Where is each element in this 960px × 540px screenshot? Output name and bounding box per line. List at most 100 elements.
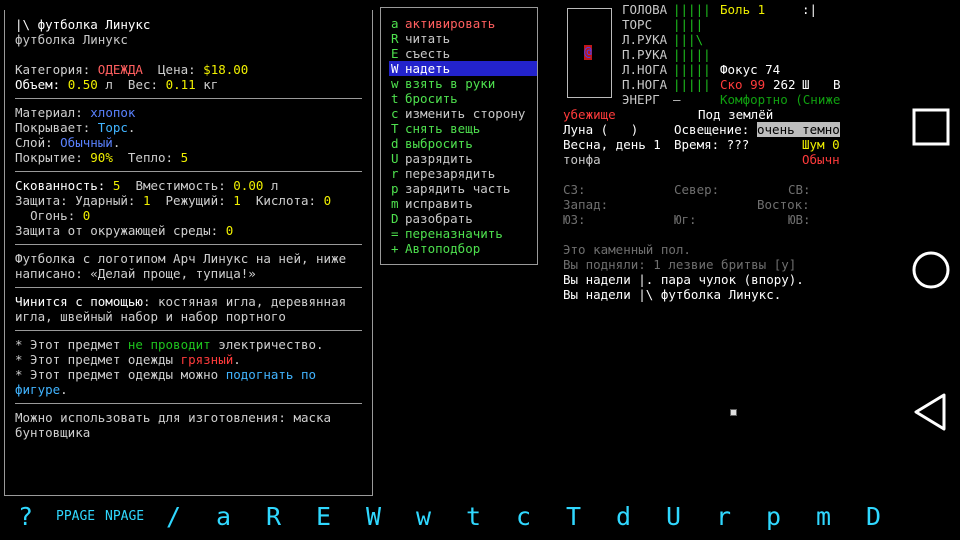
shortcut-key[interactable]: /	[166, 500, 181, 534]
menu-item[interactable]: a активировать	[389, 16, 537, 31]
weight-value: 0.11	[165, 77, 196, 92]
shortcut-key[interactable]: a	[216, 500, 231, 534]
shortcut-key[interactable]: R	[266, 500, 281, 534]
menu-item[interactable]: d выбросить	[389, 136, 537, 151]
shortcut-key[interactable]: NPAGE	[105, 500, 144, 534]
repair-label: Чинится с помощью	[15, 294, 143, 309]
menu-item[interactable]: c изменить сторону	[389, 106, 537, 121]
lighting-label: Освещение:	[674, 122, 757, 137]
shortcut-key[interactable]: m	[816, 500, 831, 534]
shortcut-key[interactable]: E	[316, 500, 331, 534]
shortcut-key[interactable]: W	[366, 500, 381, 534]
env-protection-label: Защита от окружающей среды:	[15, 223, 226, 238]
menu-item[interactable]: Eсъесть	[389, 46, 537, 61]
shortcut-key[interactable]: w	[416, 500, 431, 534]
menu-item-label: читать	[405, 31, 451, 46]
protection-cut-label: Режущий:	[165, 193, 234, 208]
note-highlight: подогнать по	[225, 367, 317, 382]
menu-item[interactable]: t бросить	[389, 91, 537, 106]
menu-item[interactable]: Tснять вещь	[389, 121, 537, 136]
encumbrance-label: Скованность:	[15, 178, 113, 193]
menu-item[interactable]: m исправить	[389, 196, 537, 211]
body-part-label: ТОРС	[622, 17, 653, 32]
menu-item[interactable]: w взять в руки	[389, 76, 537, 91]
wind-direction: В	[833, 77, 841, 92]
note-text: электричество.	[210, 337, 324, 352]
shortcut-key[interactable]: c	[516, 500, 531, 534]
back-icon[interactable]	[910, 391, 952, 433]
material-label: Материал:	[15, 105, 91, 120]
hp-bar: |||||	[673, 47, 711, 62]
volume-value: 0.50	[67, 77, 98, 92]
note-text: * Этот предмет одежды	[15, 352, 181, 367]
price-label: Цена:	[158, 62, 204, 77]
compass-e: Восток:	[757, 197, 810, 212]
menu-item-key: +	[391, 241, 399, 256]
combat-stance: Обычн	[802, 152, 840, 167]
body-part-label: Л.НОГА	[622, 62, 668, 77]
shortcut-key[interactable]: D	[866, 500, 881, 534]
note-highlight: грязный	[180, 352, 234, 367]
menu-item-label: исправить	[405, 196, 473, 211]
player-glyph: @	[584, 45, 592, 60]
note-text: .	[233, 352, 241, 367]
craft-uses: Можно использовать для изготовления: мас…	[15, 410, 332, 425]
item-description-line: написано: «Делай проще, тупица!»	[15, 266, 256, 281]
menu-item[interactable]: + Автоподбор	[389, 241, 537, 256]
menu-item[interactable]: Rчитать	[389, 31, 537, 46]
note-text: * Этот предмет	[15, 337, 128, 352]
divider	[15, 171, 362, 172]
log-message: Вы надели |. пара чулок (впору).	[563, 272, 804, 287]
protection-bash-label: Защита: Ударный:	[15, 193, 143, 208]
compass-se: ЮВ:	[788, 212, 811, 227]
menu-item[interactable]: Dразобрать	[389, 211, 537, 226]
moon-phase: Луна ( )	[563, 122, 639, 137]
menu-item[interactable]: p зарядить часть	[389, 181, 537, 196]
protection-acid-value: 0	[323, 193, 332, 208]
covers-label: Покрывает:	[15, 120, 98, 135]
body-part-label: П.НОГА	[622, 77, 668, 92]
hp-bar: |||\	[673, 32, 704, 47]
covers-value: Торс	[97, 120, 128, 135]
menu-item-key: d	[391, 136, 399, 151]
focus-indicator: Фокус 74	[720, 62, 781, 77]
log-message: Вы подняли: 1 лезвие бритвы [y]	[563, 257, 797, 272]
repair-tools: : костяная игла, деревянная	[142, 294, 347, 309]
shortcut-key[interactable]: PPAGE	[56, 500, 95, 534]
shortcut-key[interactable]: ?	[18, 500, 33, 534]
shortcut-key[interactable]: r	[716, 500, 731, 534]
protection-fire-value: 0	[82, 208, 91, 223]
compass-s: Юг:	[674, 212, 697, 227]
menu-item[interactable]: Wнадеть	[389, 61, 537, 76]
menu-item-key: r	[391, 166, 399, 181]
shortcut-key[interactable]: U	[666, 500, 681, 534]
menu-item-key: U	[391, 151, 399, 166]
menu-item[interactable]: r перезарядить	[389, 166, 537, 181]
recent-apps-icon[interactable]	[910, 106, 952, 148]
log-message: Это каменный пол.	[563, 242, 691, 257]
shortcut-key[interactable]: p	[766, 500, 781, 534]
shortcut-key[interactable]: t	[466, 500, 481, 534]
layer-label: Слой:	[15, 135, 61, 150]
layer-value: Обычный	[60, 135, 113, 150]
encumbrance-value: 5	[112, 178, 121, 193]
walk-mode: Ш	[802, 77, 810, 92]
divider	[15, 330, 362, 331]
menu-item-label: съесть	[405, 46, 451, 61]
protection-fire-label: Огонь:	[30, 208, 83, 223]
home-icon[interactable]	[910, 249, 952, 291]
wielded-weapon: тонфа	[563, 152, 601, 167]
body-part-label: Л.РУКА	[622, 32, 668, 47]
divider	[15, 403, 362, 404]
shortcut-key[interactable]: T	[566, 500, 581, 534]
coverage-value: 90%	[90, 150, 113, 165]
morale-indicator: :|	[802, 2, 818, 17]
menu-item-key: m	[391, 196, 399, 211]
menu-item[interactable]: Uразрядить	[389, 151, 537, 166]
menu-item-key: a	[391, 16, 399, 31]
depth-indicator: Под землёй	[698, 107, 774, 122]
shortcut-key[interactable]: d	[616, 500, 631, 534]
protection-bash-value: 1	[142, 193, 151, 208]
menu-item-key: W	[391, 61, 399, 76]
menu-item[interactable]: = переназначить	[389, 226, 537, 241]
